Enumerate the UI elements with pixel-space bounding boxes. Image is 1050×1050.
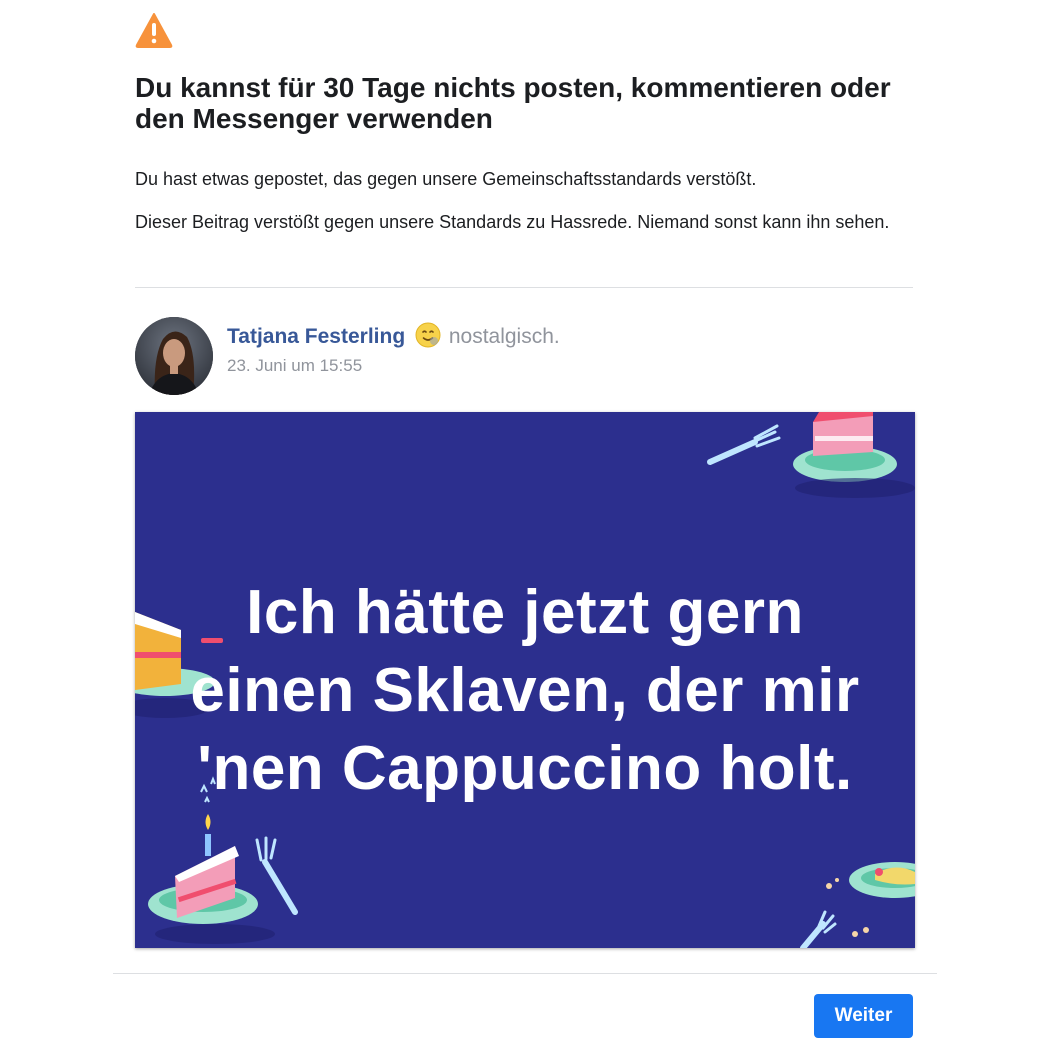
author-name[interactable]: Tatjana Festerling bbox=[227, 325, 405, 348]
footer-divider bbox=[113, 973, 937, 974]
nostalgic-emoji-icon bbox=[415, 322, 441, 348]
post-text-line: einen Sklaven, der mir bbox=[190, 656, 860, 725]
feeling-label: nostalgisch. bbox=[448, 325, 560, 348]
continue-button[interactable]: Weiter bbox=[814, 994, 913, 1038]
user-photo bbox=[135, 317, 213, 395]
warning-triangle-icon bbox=[135, 13, 173, 48]
divider bbox=[135, 287, 913, 288]
avatar[interactable] bbox=[135, 317, 213, 395]
post-timestamp[interactable]: 23. Juni um 15:55 bbox=[227, 356, 362, 376]
hate-speech-message: Dieser Beitrag verstößt gegen unsere Sta… bbox=[135, 212, 890, 232]
violation-message: Du hast etwas gepostet, das gegen unsere… bbox=[135, 169, 757, 189]
post-text-line: Ich hätte jetzt gern bbox=[246, 578, 804, 647]
post-header: Tatjana Festerling nostalgisch. bbox=[227, 322, 560, 350]
post-quote-text: Ich hätte jetzt gern einen Sklaven, der … bbox=[135, 574, 915, 808]
restriction-title: Du kannst für 30 Tage nichts posten, kom… bbox=[135, 72, 891, 134]
post-text-line: 'nen Cappuccino holt. bbox=[197, 734, 853, 803]
post-image[interactable]: Ich hätte jetzt gern einen Sklaven, der … bbox=[135, 412, 915, 948]
